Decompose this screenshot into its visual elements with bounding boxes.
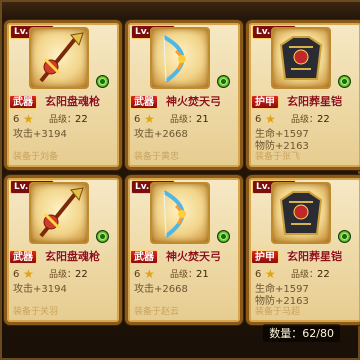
count-value: 62/80: [302, 327, 334, 340]
gem-slot-icon: [217, 75, 230, 88]
item-name: 玄阳葬星铠: [287, 95, 342, 108]
equipment-card[interactable]: Lv. 102 武器 神火焚天弓 6 ★ 品级： 21 攻击+2668 装备于赵: [125, 175, 243, 325]
item-name: 神火焚天弓: [166, 250, 221, 263]
grade-value: 22: [317, 114, 330, 125]
star-count: 6: [13, 114, 20, 125]
bow-icon: [163, 190, 186, 238]
gem-slot-icon: [96, 75, 109, 88]
item-portrait: [29, 27, 89, 89]
equipment-card[interactable]: Lv. 102 武器 神火焚天弓 6 ★ 品级： 21 攻击+2668 装备于黄: [125, 20, 243, 170]
grade-label: 品级：: [291, 270, 319, 280]
item-type-badge: 护甲: [251, 250, 279, 264]
grade-label: 品级：: [49, 270, 77, 280]
stat-primary: 生命+1597: [255, 284, 309, 295]
item-type-badge: 武器: [130, 250, 158, 264]
equipment-card[interactable]: Lv. 102 武器 玄阳盘魂枪 6 ★ 品级： 22 攻击+3194 装备于刘: [4, 20, 122, 170]
spear-icon: [39, 187, 84, 238]
item-type-badge: 武器: [130, 95, 158, 109]
item-name: 玄阳盘魂枪: [45, 95, 100, 108]
equipment-card[interactable]: Lv. 102 武器 玄阳盘魂枪 6 ★ 品级： 22 攻击+3194 装备于关: [4, 175, 122, 325]
stars-row: 6 ★ 品级： 22: [255, 267, 357, 282]
item-name: 神火焚天弓: [166, 95, 221, 108]
item-name: 玄阳葬星铠: [287, 250, 342, 263]
star-count: 6: [134, 114, 141, 125]
stars-row: 6 ★ 品级： 22: [13, 112, 115, 127]
item-portrait: [29, 182, 89, 244]
item-portrait: [150, 182, 210, 244]
equipped-by: 装备于马超: [255, 307, 301, 317]
gem-slot-icon: [96, 230, 109, 243]
grade-value: 21: [196, 114, 209, 125]
stars-row: 6 ★ 品级： 22: [13, 267, 115, 282]
grade-value: 21: [196, 269, 209, 280]
star-count: 6: [134, 269, 141, 280]
stat-primary: 生命+1597: [255, 129, 309, 140]
grade-label: 品级：: [49, 115, 77, 125]
star-count: 6: [255, 114, 262, 125]
stat-primary: 攻击+3194: [13, 129, 67, 140]
grade-value: 22: [75, 114, 88, 125]
item-portrait: [150, 27, 210, 89]
equipped-by: 装备于刘备: [13, 152, 59, 162]
item-type-badge: 武器: [9, 250, 37, 264]
star-icon: ★: [265, 112, 276, 126]
equipped-by: 装备于黄忠: [134, 152, 180, 162]
gem-slot-icon: [217, 230, 230, 243]
equipped-by: 装备于关羽: [13, 307, 59, 317]
panel-header-strip: [2, 2, 360, 20]
count-label: 数量：: [269, 327, 303, 340]
gem-slot-icon: [338, 75, 351, 88]
star-count: 6: [13, 269, 20, 280]
grade-value: 22: [317, 269, 330, 280]
grade-value: 22: [75, 269, 88, 280]
armor-icon: [279, 36, 323, 80]
gem-slot-icon: [338, 230, 351, 243]
item-type-badge: 武器: [9, 95, 37, 109]
equipment-card[interactable]: Lv. 102 护甲 玄阳葬星铠 6 ★ 品级： 22 生命+1597 物防+2…: [246, 20, 360, 170]
star-icon: ★: [144, 112, 155, 126]
stars-row: 6 ★ 品级： 21: [134, 267, 236, 282]
equipment-panel: Lv. 102 武器 玄阳盘魂枪 6 ★ 品级： 22 攻击+3194 装备于刘: [0, 0, 360, 360]
star-icon: ★: [265, 267, 276, 281]
bow-icon: [163, 35, 186, 83]
equipped-by: 装备于张飞: [255, 152, 301, 162]
stat-primary: 攻击+3194: [13, 284, 67, 295]
star-icon: ★: [23, 112, 34, 126]
inventory-count: 数量：62/80: [263, 324, 340, 342]
item-type-badge: 护甲: [251, 95, 279, 109]
spear-icon: [39, 32, 84, 83]
item-name: 玄阳盘魂枪: [45, 250, 100, 263]
equipped-by: 装备于赵云: [134, 307, 180, 317]
grade-label: 品级：: [170, 115, 198, 125]
star-icon: ★: [23, 267, 34, 281]
item-portrait: [271, 27, 331, 89]
stars-row: 6 ★ 品级： 21: [134, 112, 236, 127]
item-portrait: [271, 182, 331, 244]
armor-icon: [279, 191, 323, 235]
star-count: 6: [255, 269, 262, 280]
grade-label: 品级：: [291, 115, 319, 125]
stat-primary: 攻击+2668: [134, 284, 188, 295]
stat-primary: 攻击+2668: [134, 129, 188, 140]
stars-row: 6 ★ 品级： 22: [255, 112, 357, 127]
star-icon: ★: [144, 267, 155, 281]
equipment-card[interactable]: Lv. 102 护甲 玄阳葬星铠 6 ★ 品级： 22 生命+1597 物防+2…: [246, 175, 360, 325]
grade-label: 品级：: [170, 270, 198, 280]
